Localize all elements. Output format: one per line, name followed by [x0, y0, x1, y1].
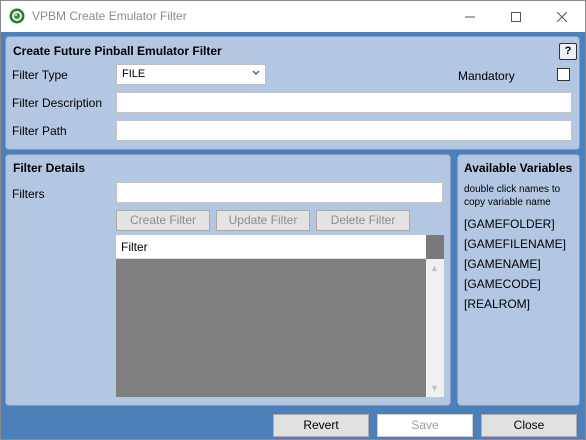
variable-item[interactable]: [GAMECODE] — [464, 277, 541, 291]
minimize-icon — [465, 16, 475, 17]
variable-item[interactable]: [GAMENAME] — [464, 257, 541, 271]
details-title: Filter Details — [13, 161, 86, 175]
chevron-down-icon — [252, 70, 260, 75]
mandatory-checkbox[interactable] — [557, 68, 570, 81]
scroll-down-icon[interactable]: ▼ — [430, 383, 439, 393]
title-bar[interactable]: VPBM Create Emulator Filter — [1, 1, 585, 32]
filter-list-header[interactable]: Filter — [116, 235, 426, 259]
filters-label: Filters — [12, 187, 45, 201]
minimize-button[interactable] — [447, 1, 493, 32]
maximize-button[interactable] — [493, 1, 539, 32]
variable-item[interactable]: [REALROM] — [464, 297, 530, 311]
revert-button[interactable]: Revert — [273, 414, 369, 437]
panel-title: Create Future Pinball Emulator Filter — [13, 44, 222, 58]
window-title: VPBM Create Emulator Filter — [32, 9, 187, 23]
maximize-icon — [511, 11, 521, 22]
mandatory-label: Mandatory — [458, 69, 515, 83]
scrollbar-header-stub — [426, 235, 444, 259]
client-area: Create Future Pinball Emulator Filter ? … — [1, 32, 585, 439]
filter-description-input[interactable] — [116, 92, 572, 113]
scroll-up-icon[interactable]: ▲ — [430, 263, 439, 273]
filter-list-scrollbar[interactable]: ▲ ▼ — [426, 235, 444, 397]
save-button[interactable]: Save — [377, 414, 473, 437]
variables-description: double click names to copy variable name — [464, 184, 561, 208]
create-filter-panel: Create Future Pinball Emulator Filter ? … — [5, 36, 580, 150]
filter-list[interactable]: Filter ▲ ▼ — [116, 235, 444, 397]
filter-type-select[interactable]: FILE — [116, 64, 266, 85]
help-button[interactable]: ? — [559, 43, 577, 60]
create-filter-button[interactable]: Create Filter — [116, 210, 210, 231]
close-window-button[interactable] — [539, 1, 585, 32]
variable-item[interactable]: [GAMEFOLDER] — [464, 217, 555, 231]
update-filter-button[interactable]: Update Filter — [216, 210, 310, 231]
variable-item[interactable]: [GAMEFILENAME] — [464, 237, 566, 251]
close-button[interactable]: Close — [481, 414, 577, 437]
close-icon — [557, 11, 567, 22]
filter-details-panel: Filter Details Filters Create Filter Upd… — [5, 154, 451, 406]
available-variables-panel: Available Variables double click names t… — [457, 154, 580, 406]
delete-filter-button[interactable]: Delete Filter — [316, 210, 410, 231]
filter-description-label: Filter Description — [12, 96, 103, 110]
window: VPBM Create Emulator Filter Create Futur… — [0, 0, 586, 440]
pinball-app-icon — [9, 8, 25, 24]
variables-title: Available Variables — [464, 161, 573, 175]
filter-type-value: FILE — [122, 68, 146, 80]
filters-input[interactable] — [116, 182, 443, 203]
filter-type-label: Filter Type — [12, 68, 68, 82]
filter-path-label: Filter Path — [12, 124, 67, 138]
filter-path-input[interactable] — [116, 120, 572, 141]
